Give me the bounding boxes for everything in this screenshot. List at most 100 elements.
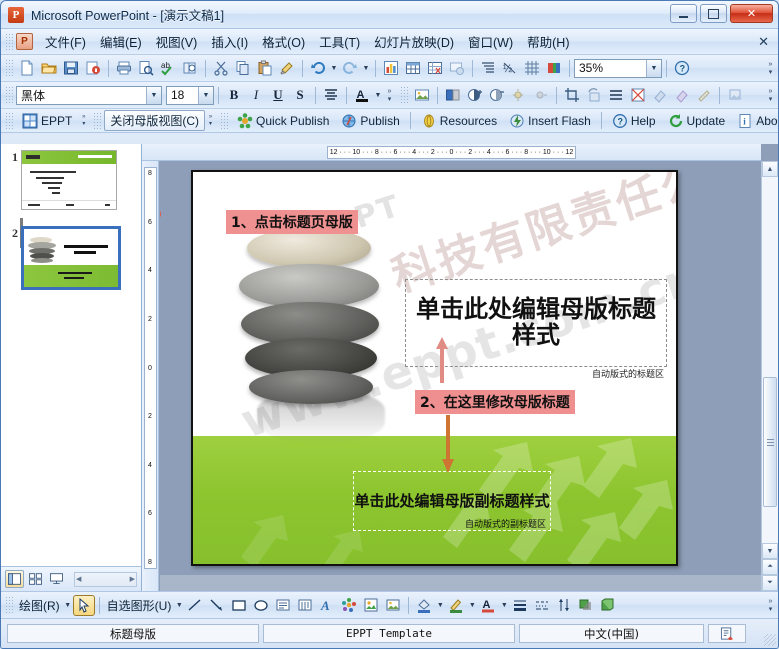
slideshow-button[interactable] — [47, 570, 66, 588]
slide-horizontal-scroll-area[interactable] — [160, 575, 761, 591]
scroll-down-arrow[interactable]: ▼ — [762, 543, 778, 559]
insert-excel-table-icon[interactable] — [424, 58, 446, 79]
show-formatting-icon[interactable]: ½ — [499, 58, 521, 79]
font-color-icon[interactable]: A — [477, 595, 499, 616]
menu-tools[interactable]: 工具(T) — [312, 29, 367, 54]
scroll-up-arrow[interactable]: ▲ — [762, 161, 778, 177]
slide-sorter-button[interactable] — [26, 570, 45, 588]
cut-icon[interactable] — [210, 58, 232, 79]
minimize-button[interactable] — [670, 4, 697, 23]
slide-thumbnail-2[interactable] — [21, 226, 121, 290]
paste-icon[interactable] — [254, 58, 276, 79]
thumbnail-horizontal-scrollbar[interactable]: ◀ ▶ — [74, 571, 137, 587]
insert-table-icon[interactable] — [402, 58, 424, 79]
master-toolbar-overflow-button[interactable]: » ▾ — [205, 111, 216, 131]
menubar-grip[interactable] — [5, 32, 13, 51]
insert-clipart-icon[interactable] — [360, 595, 382, 616]
zoom-dropdown-arrow[interactable]: ▼ — [646, 59, 661, 77]
formatting-toolbar-overflow-button[interactable]: » ▾ — [383, 84, 396, 106]
line-color-icon[interactable] — [445, 595, 467, 616]
crop-icon[interactable] — [561, 85, 583, 106]
vertical-scroll-thumb[interactable] — [763, 377, 777, 507]
slide-vertical-scrollbar[interactable]: ▲ ▼ ⏶ ⏷ — [761, 161, 778, 591]
previous-slide-button[interactable]: ⏶ — [762, 559, 778, 575]
shadow-button[interactable]: S — [289, 85, 311, 106]
rotate-left-icon[interactable] — [583, 85, 605, 106]
compress-picture-icon[interactable] — [627, 85, 649, 106]
close-master-view-button[interactable]: 关闭母版视图(C) — [104, 110, 206, 131]
insert-flash-button[interactable]: Insert Flash — [503, 110, 597, 132]
line-color-dropdown-arrow[interactable]: ▼ — [467, 595, 477, 616]
text-box-icon[interactable] — [272, 595, 294, 616]
next-slide-button[interactable]: ⏷ — [762, 575, 778, 591]
master-toolbar-grip[interactable] — [93, 111, 102, 130]
help-icon[interactable]: ? — [671, 58, 693, 79]
new-file-icon[interactable] — [16, 58, 38, 79]
menu-help[interactable]: 帮助(H) — [520, 29, 576, 54]
line-icon[interactable] — [184, 595, 206, 616]
slide-canvas-area[interactable]: EPPT 科技有限责任公司 www.eppt.com.cn 单击此 — [160, 162, 761, 575]
slide-master-canvas[interactable]: EPPT 科技有限责任公司 www.eppt.com.cn 单击此 — [191, 170, 678, 566]
print-icon[interactable] — [113, 58, 135, 79]
rectangle-icon[interactable] — [228, 595, 250, 616]
scroll-right-arrow[interactable]: ▶ — [130, 575, 135, 583]
eppt-tools-grip[interactable] — [220, 111, 229, 130]
print-preview-icon[interactable] — [135, 58, 157, 79]
format-picture-icon[interactable] — [671, 85, 693, 106]
formatting-toolbar-grip[interactable] — [5, 86, 13, 104]
fill-color-icon[interactable] — [413, 595, 435, 616]
insert-diagram-icon[interactable] — [338, 595, 360, 616]
thumbnail-row-1[interactable]: 1 — [1, 144, 131, 210]
research-icon[interactable] — [179, 58, 201, 79]
standard-toolbar-grip[interactable] — [5, 59, 13, 77]
undo-dropdown-arrow[interactable]: ▼ — [329, 58, 339, 79]
font-color-dropdown-arrow[interactable]: ▼ — [499, 595, 509, 616]
font-name-combo[interactable]: 黑体 ▼ — [16, 85, 162, 105]
align-center-icon[interactable] — [320, 85, 342, 106]
less-contrast-icon[interactable] — [486, 85, 508, 106]
color-mode-icon[interactable] — [442, 85, 464, 106]
menu-window[interactable]: 窗口(W) — [461, 29, 520, 54]
spellcheck-icon[interactable]: ab — [157, 58, 179, 79]
autoshapes-menu-button[interactable]: 自选图形(U) — [104, 595, 175, 616]
font-name-dropdown-arrow[interactable]: ▼ — [146, 86, 161, 104]
recolor-picture-icon[interactable] — [649, 85, 671, 106]
eppt-toolbar-grip[interactable] — [5, 111, 13, 130]
vertical-scroll-track[interactable] — [762, 177, 778, 543]
menu-format[interactable]: 格式(O) — [255, 29, 312, 54]
copy-icon[interactable] — [232, 58, 254, 79]
dash-style-icon[interactable] — [531, 595, 553, 616]
close-button[interactable]: ✕ — [730, 4, 773, 23]
format-painter-icon[interactable] — [276, 58, 298, 79]
permission-icon[interactable] — [82, 58, 104, 79]
picture-toolbar-grip[interactable] — [400, 86, 408, 104]
normal-view-button[interactable] — [5, 570, 24, 588]
quick-publish-button[interactable]: Quick Publish — [231, 110, 335, 132]
vertical-text-box-icon[interactable] — [294, 595, 316, 616]
italic-button[interactable]: I — [245, 85, 267, 106]
vertical-ruler[interactable]: 8 6 4 2 0 2 4 6 8 — [142, 161, 159, 591]
eppt-overflow-button[interactable]: » ▾ — [78, 111, 89, 131]
about-button[interactable]: i About — [731, 110, 778, 132]
font-color-dropdown-arrow[interactable]: ▼ — [373, 85, 383, 106]
more-contrast-icon[interactable] — [464, 85, 486, 106]
arrow-icon[interactable] — [206, 595, 228, 616]
more-brightness-icon[interactable] — [508, 85, 530, 106]
insert-chart-icon[interactable] — [380, 58, 402, 79]
color-scheme-icon[interactable] — [543, 58, 565, 79]
drawing-toolbar-grip[interactable] — [5, 596, 13, 614]
redo-dropdown-arrow[interactable]: ▼ — [361, 58, 371, 79]
publish-button[interactable]: Publish — [335, 110, 405, 132]
insert-picture-from-file-icon[interactable] — [382, 595, 404, 616]
draw-dropdown-arrow[interactable]: ▼ — [63, 595, 73, 616]
insert-picture-icon[interactable] — [411, 85, 433, 106]
drawing-toolbar-overflow-button[interactable]: » ▾ — [765, 594, 776, 616]
menu-file[interactable]: 文件(F) — [38, 29, 93, 54]
fill-color-dropdown-arrow[interactable]: ▼ — [435, 595, 445, 616]
open-folder-icon[interactable] — [38, 58, 60, 79]
zoom-combo[interactable]: 35% ▼ — [574, 58, 662, 78]
undo-icon[interactable] — [307, 58, 329, 79]
font-size-dropdown-arrow[interactable]: ▼ — [198, 86, 213, 104]
language-status[interactable]: 中文(中国) — [519, 624, 704, 643]
font-color-icon[interactable]: A — [351, 85, 373, 106]
